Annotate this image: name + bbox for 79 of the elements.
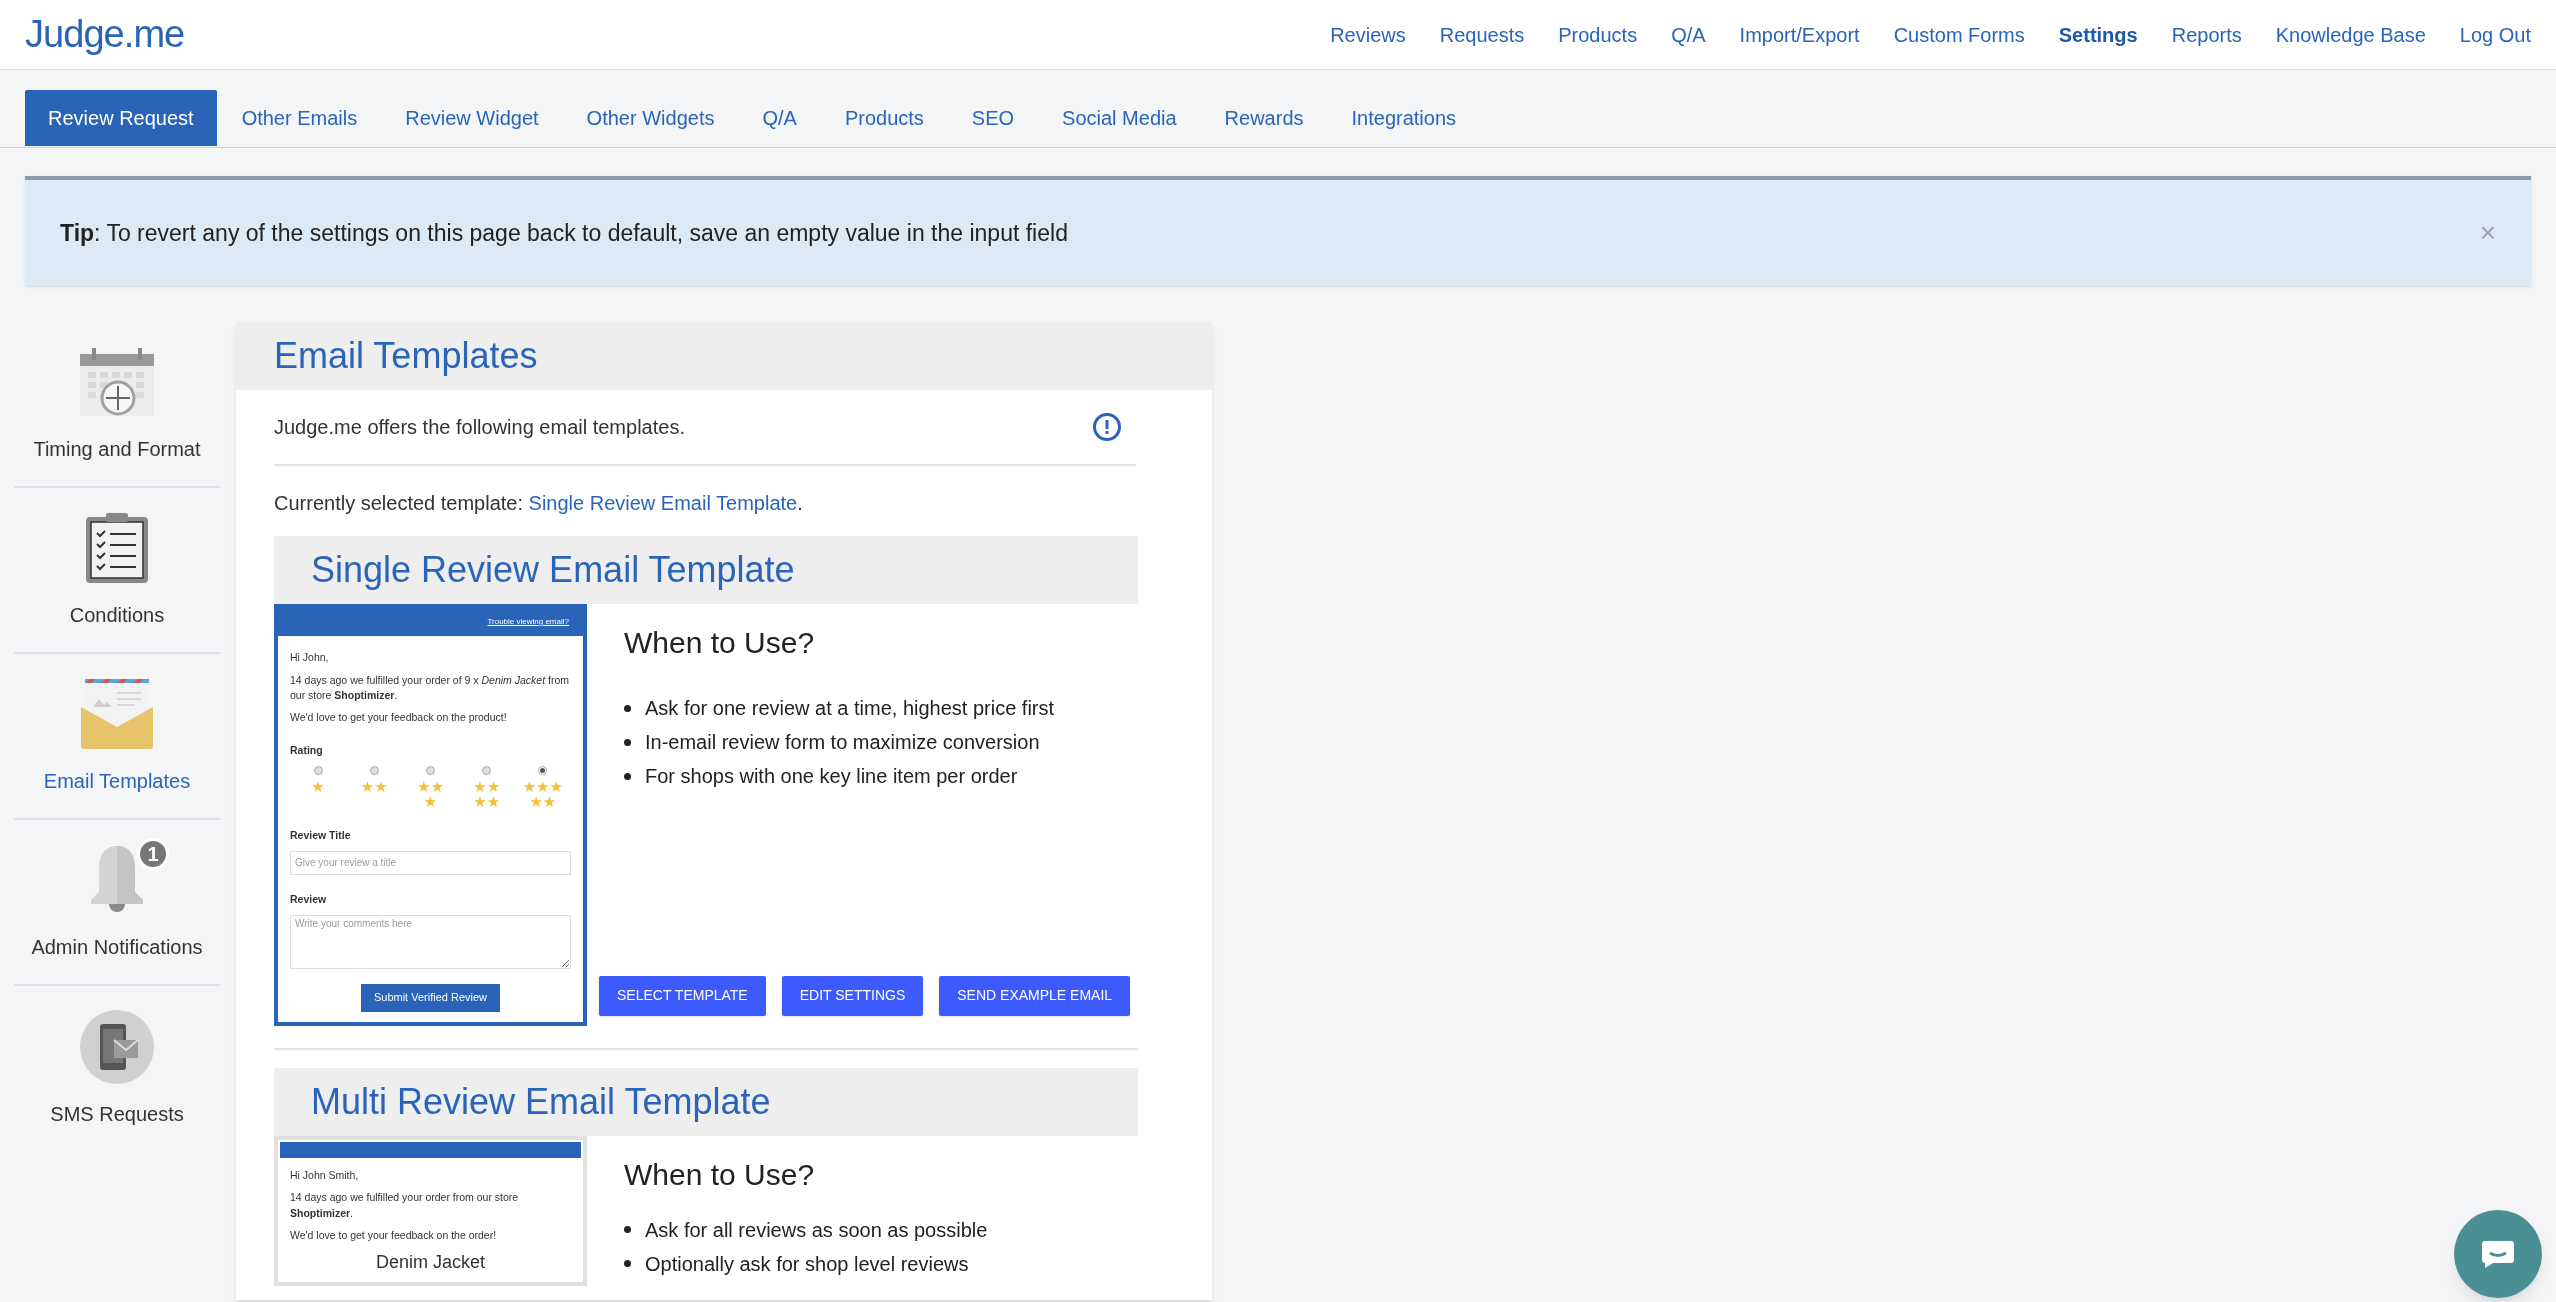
trouble-viewing-link[interactable]: Trouble viewing email?: [487, 616, 569, 628]
title-input[interactable]: Give your review a title: [290, 850, 571, 875]
product-name: Denim Jacket: [374, 1252, 486, 1273]
tab[interactable]: SEO: [948, 90, 1038, 146]
nav-link[interactable]: Import/Export: [1739, 19, 1860, 50]
bullet-icon: [624, 1226, 631, 1234]
bullet-icon: [624, 772, 631, 780]
star-label: ★★★★: [472, 779, 502, 812]
template-link[interactable]: Single Review Email Template: [528, 492, 798, 514]
tab[interactable]: Other Widgets: [563, 90, 738, 146]
nav-link[interactable]: Log Out: [2459, 19, 2531, 50]
field-label: Rating: [290, 742, 324, 758]
logo[interactable]: Judge.me: [25, 6, 185, 63]
sidebar-item[interactable]: SMS Requests: [14, 986, 220, 1152]
tab[interactable]: Review Widget: [382, 90, 562, 146]
email-body-text: 14 days ago we fulfilled your order of 9 x Denim Jacket from our store Shoptimizer.: [290, 672, 570, 703]
template-action-button[interactable]: SEND EXAMPLE EMAIL: [939, 975, 1131, 1016]
tip-text: Tip: To revert any of the settings on this page back to default, save an empty value in the input field: [60, 218, 1068, 248]
current-template-text: Currently selected template: Single Review Email Template.: [274, 491, 804, 516]
greeting-text: Hi John Smith,: [290, 1167, 360, 1183]
nav-link[interactable]: Products: [1558, 19, 1638, 50]
rating-radio[interactable]: [482, 765, 492, 775]
bullet-text: In-email review form to maximize conversion: [645, 730, 1040, 755]
star-label: ★: [310, 779, 326, 796]
field-label: Review: [290, 891, 328, 907]
calendar-icon: [78, 346, 156, 418]
email-body-text: We'd love to get your feedback on the product!: [290, 710, 508, 726]
rating-radio[interactable]: [425, 765, 435, 775]
intro-text: Judge.me offers the following email templates.: [274, 415, 685, 440]
when-to-use-title: When to Use?: [624, 625, 816, 661]
notification-badge: 1: [137, 838, 169, 870]
card-title: Email Templates: [274, 334, 538, 378]
tab[interactable]: Q/A: [739, 90, 820, 146]
bullet-icon: [624, 1260, 631, 1268]
envelope-icon: [79, 677, 155, 751]
bullet-text: Optionally ask for shop level reviews: [645, 1251, 969, 1277]
sidebar-item[interactable]: Conditions: [14, 488, 220, 654]
tab[interactable]: Social Media: [1039, 90, 1200, 146]
sidebar-item[interactable]: Timing and Format: [14, 322, 220, 488]
tab[interactable]: Rewards: [1201, 90, 1327, 146]
rating-radio[interactable]: [313, 765, 323, 775]
tab[interactable]: Integrations: [1328, 90, 1480, 146]
nav-link[interactable]: Requests: [1439, 19, 1525, 50]
clipboard-icon: [84, 511, 150, 585]
rating-radio[interactable]: [538, 765, 548, 775]
nav-link[interactable]: Reviews: [1330, 19, 1406, 50]
bullet-text: Ask for one review at a time, highest price first: [645, 696, 1055, 721]
email-body-text: We'd love to get your feedback on the order!: [290, 1227, 498, 1243]
sidebar-item[interactable]: 1 Admin Notifications: [14, 820, 220, 986]
nav-link[interactable]: Reports: [2171, 19, 2242, 50]
field-label: Review Title: [290, 828, 352, 844]
tab[interactable]: Review Request: [25, 90, 217, 146]
nav-link[interactable]: Settings: [2058, 19, 2138, 50]
star-label: ★★: [359, 779, 389, 796]
nav-link[interactable]: Knowledge Base: [2275, 19, 2426, 50]
tab[interactable]: Products: [821, 90, 947, 146]
when-to-use-title: When to Use?: [624, 1156, 816, 1193]
sidebar-item[interactable]: Email Templates: [14, 654, 220, 820]
template-title: Multi Review Email Template: [311, 1079, 771, 1124]
nav-link[interactable]: Q/A: [1671, 19, 1706, 50]
greeting-text: Hi John,: [290, 650, 330, 665]
star-label: ★★★: [416, 779, 445, 812]
bullet-icon: [624, 704, 631, 712]
phone-mail-icon: [80, 1010, 154, 1084]
bullet-icon: [624, 738, 631, 746]
template-title: Single Review Email Template: [311, 548, 795, 592]
star-label: ★★★★★: [521, 779, 564, 812]
template-action-button[interactable]: EDIT SETTINGS: [781, 975, 924, 1016]
tab[interactable]: Other Emails: [218, 90, 381, 146]
rating-radio[interactable]: [369, 765, 379, 775]
template-action-button[interactable]: SELECT TEMPLATE: [599, 975, 766, 1016]
email-body-text: 14 days ago we fulfilled your order from our store Shoptimizer.: [290, 1190, 520, 1221]
submit-button[interactable]: Submit Verified Review: [360, 983, 501, 1012]
info-icon[interactable]: [1093, 413, 1121, 441]
bullet-text: For shops with one key line item per order: [645, 764, 1018, 789]
nav-link[interactable]: Custom Forms: [1893, 19, 2025, 50]
chat-icon: [2481, 1239, 2515, 1269]
review-textarea[interactable]: Write your comments here: [290, 914, 571, 969]
bullet-text: Ask for all reviews as soon as possible: [645, 1217, 988, 1243]
